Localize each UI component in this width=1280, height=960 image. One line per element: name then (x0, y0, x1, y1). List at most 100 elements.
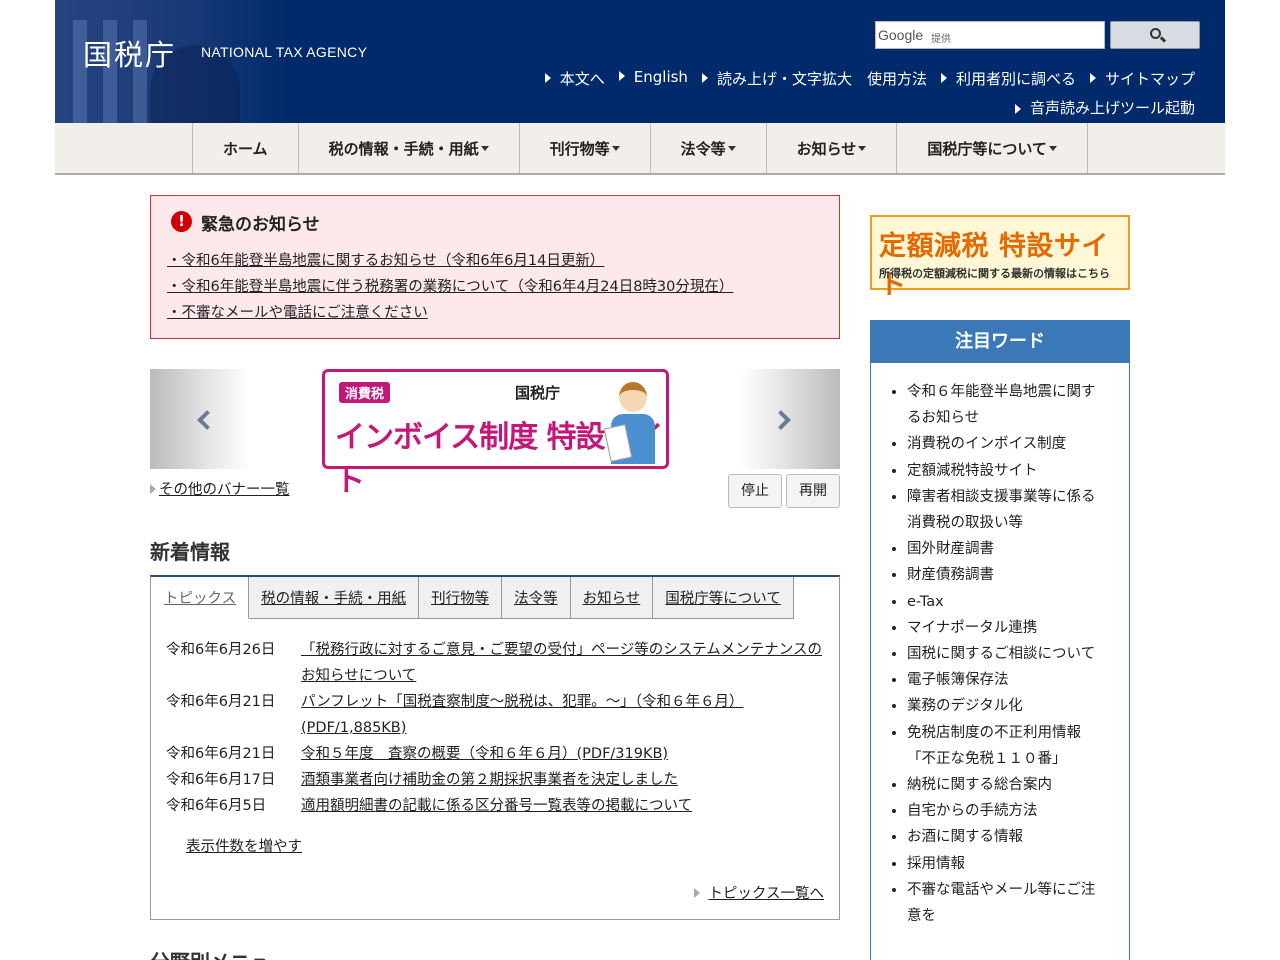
person-illustration (603, 382, 657, 466)
other-banners-link[interactable]: その他のバナー一覧 (150, 478, 290, 499)
keyword-item[interactable]: 不審な電話やメール等にご注意を (907, 877, 1097, 929)
list-item: 令和6年6月5日 適用額明細書の記載に係る区分番号一覧表等の掲載について (166, 793, 826, 819)
caret-down-icon (858, 145, 867, 151)
list-item: ・令和6年能登半島地震に伴う税務署の業務について（令和6年4月24日8時30分現… (167, 274, 733, 300)
emergency-notice-box: ! 緊急のお知らせ ・令和6年能登半島地震に関するお知らせ（令和6年6月14日更… (150, 195, 840, 339)
list-item: 令和6年6月21日 令和５年度 査察の概要（令和６年６月）(PDF/319KB) (166, 741, 826, 767)
site-logo[interactable]: 国税庁 (83, 32, 176, 74)
search-input[interactable]: Google 提供 (875, 21, 1105, 49)
emergency-link[interactable]: ・令和6年能登半島地震に伴う税務署の業務について（令和6年4月24日8時30分現… (167, 279, 733, 295)
keyword-item[interactable]: 電子帳簿保存法 (907, 667, 1097, 693)
util-link-by-user[interactable]: 利用者別に調べる (940, 68, 1076, 89)
keyword-item[interactable]: 免税店制度の不正利用情報「不正な免税１１０番」 (907, 720, 1097, 772)
nav-laws[interactable]: 法令等 (649, 123, 766, 173)
news-link[interactable]: 令和５年度 査察の概要（令和６年６月）(PDF/319KB) (301, 741, 668, 767)
nav-home[interactable]: ホーム (192, 123, 298, 173)
alert-icon: ! (171, 211, 192, 232)
caret-down-icon (1048, 145, 1057, 151)
site-header: 国税庁 NATIONAL TAX AGENCY Google 提供 本文へ En… (55, 0, 1225, 123)
emergency-list: ・令和6年能登半島地震に関するお知らせ（令和6年6月14日更新） ・令和6年能登… (167, 248, 733, 326)
keyword-item[interactable]: 令和６年能登半島地震に関するお知らせ (907, 379, 1097, 431)
keyword-item[interactable]: 納税に関する総合案内 (907, 772, 1097, 798)
caret-down-icon (480, 145, 489, 151)
section-heading: 分野別メニュー (150, 946, 290, 960)
keyword-item[interactable]: 国外財産調書 (907, 536, 1097, 562)
keyword-item[interactable]: マイナポータル連携 (907, 615, 1097, 641)
tab-tax-info[interactable]: 税の情報・手続・用紙 (249, 577, 420, 619)
tab-laws[interactable]: 法令等 (502, 577, 571, 619)
emergency-link[interactable]: ・令和6年能登半島地震に関するお知らせ（令和6年6月14日更新） (167, 253, 604, 269)
banner-tag: 消費税 (339, 382, 391, 403)
tab-topics[interactable]: トピックス (151, 577, 250, 619)
nav-tax-info[interactable]: 税の情報・手続・用紙 (297, 123, 519, 173)
keyword-item[interactable]: e-Tax (907, 589, 1097, 615)
chevron-left-icon (197, 410, 217, 430)
keyword-item[interactable]: 財産債務調書 (907, 562, 1097, 588)
news-list: 令和6年6月26日 「税務行政に対するご意見・ご要望の受付」ページ等のシステムメン… (166, 637, 826, 819)
keyword-item[interactable]: 国税に関するご相談について (907, 641, 1097, 667)
utility-links: 本文へ English 読み上げ・文字拡大 使用方法 利用者別に調べる サイトマ… (531, 68, 1195, 89)
nav-about[interactable]: 国税庁等について (896, 123, 1088, 173)
news-date: 令和6年6月21日 (166, 694, 276, 710)
keyword-item[interactable]: 定額減税特設サイト (907, 458, 1097, 484)
banner-agency: 国税庁 (515, 384, 561, 402)
tab-notices[interactable]: お知らせ (570, 577, 654, 619)
news-heading: 新着情報 (150, 540, 230, 564)
show-more-button[interactable]: 表示件数を増やす (186, 835, 302, 856)
caret-down-icon (611, 145, 620, 151)
keyword-item[interactable]: お酒に関する情報 (907, 824, 1097, 850)
news-date: 令和6年6月5日 (166, 798, 267, 814)
list-item: ・令和6年能登半島地震に関するお知らせ（令和6年6月14日更新） (167, 248, 733, 274)
list-item: 令和6年6月21日 パンフレット「国税査察制度～脱税は、犯罪。～」（令和６年６月）… (166, 689, 826, 741)
site-logo-english: NATIONAL TAX AGENCY (201, 44, 368, 60)
util-link-english[interactable]: English (618, 68, 688, 89)
carousel-prev-button[interactable] (150, 369, 250, 469)
news-link[interactable]: パンフレット「国税査察制度～脱税は、犯罪。～」（令和６年６月）(PDF/1,88… (301, 689, 826, 741)
triangle-right-icon (1014, 104, 1021, 114)
voice-tool-link[interactable]: 音声読み上げツール起動 (1014, 97, 1195, 118)
util-link-sitemap[interactable]: サイトマップ (1089, 68, 1195, 89)
news-date: 令和6年6月26日 (166, 642, 276, 658)
keywords-list: 令和６年能登半島地震に関するお知らせ消費税のインボイス制度定額減税特設サイト障害… (907, 379, 1097, 929)
keyword-item[interactable]: 採用情報 (907, 851, 1097, 877)
nav-publications[interactable]: 刊行物等 (518, 123, 650, 173)
carousel-next-button[interactable] (740, 369, 840, 469)
util-link-main-content[interactable]: 本文へ (544, 68, 605, 89)
news-link[interactable]: 酒類事業者向け補助金の第２期採択事業者を決定しました (301, 767, 678, 793)
triangle-right-icon (544, 73, 551, 83)
keyword-item[interactable]: 障害者相談支援事業等に係る消費税の取扱い等 (907, 484, 1097, 536)
banner-carousel: 消費税 国税庁 インボイス制度 特設サイト (150, 369, 840, 499)
news-date: 令和6年6月17日 (166, 772, 276, 788)
tab-about[interactable]: 国税庁等について (653, 577, 794, 619)
teigaku-banner-title: 定額減税 特設サイト (879, 231, 1109, 301)
google-logo: Google (878, 27, 924, 43)
list-item: 令和6年6月17日 酒類事業者向け補助金の第２期採択事業者を決定しました (166, 767, 826, 793)
chevron-right-icon (771, 410, 791, 430)
keyword-item[interactable]: 業務のデジタル化 (907, 693, 1097, 719)
list-item: ・不審なメールや電話にご注意ください (167, 300, 733, 326)
nav-notices[interactable]: お知らせ (765, 123, 897, 173)
carousel-resume-button[interactable]: 再開 (786, 474, 840, 508)
invoice-banner[interactable]: 消費税 国税庁 インボイス制度 特設サイト (322, 369, 669, 499)
google-provided-label: 提供 (931, 34, 951, 45)
triangle-right-icon (618, 71, 625, 81)
teigaku-banner[interactable]: 定額減税 特設サイト 所得税の定額減税に関する最新の情報はこちら (870, 215, 1130, 301)
keywords-box: 注目ワード 令和６年能登半島地震に関するお知らせ消費税のインボイス制度定額減税特… (870, 320, 1130, 960)
tab-publications[interactable]: 刊行物等 (419, 577, 503, 619)
news-link[interactable]: 「税務行政に対するご意見・ご要望の受付」ページ等のシステムメンテナンスのお知らせ… (301, 637, 826, 689)
triangle-right-icon (940, 73, 947, 83)
triangle-right-icon (694, 888, 701, 898)
topics-list-link[interactable]: トピックス一覧へ (694, 882, 824, 903)
emergency-title: 緊急のお知らせ (201, 215, 320, 235)
keyword-item[interactable]: 消費税のインボイス制度 (907, 431, 1097, 457)
global-nav: ホーム 税の情報・手続・用紙 刊行物等 法令等 お知らせ 国税庁等について (55, 123, 1225, 175)
news-link[interactable]: 適用額明細書の記載に係る区分番号一覧表等の掲載について (301, 793, 692, 819)
search-button[interactable] (1110, 21, 1200, 49)
util-link-read-aloud[interactable]: 読み上げ・文字拡大 使用方法 (701, 68, 927, 89)
news-panel: トピックス 税の情報・手続・用紙 刊行物等 法令等 お知らせ 国税庁等について … (150, 575, 840, 920)
carousel-stop-button[interactable]: 停止 (728, 474, 782, 508)
list-item: 令和6年6月26日 「税務行政に対するご意見・ご要望の受付」ページ等のシステムメン… (166, 637, 826, 689)
emergency-link[interactable]: ・不審なメールや電話にご注意ください (167, 305, 428, 321)
keyword-item[interactable]: 自宅からの手続方法 (907, 798, 1097, 824)
triangle-right-icon (701, 73, 708, 83)
